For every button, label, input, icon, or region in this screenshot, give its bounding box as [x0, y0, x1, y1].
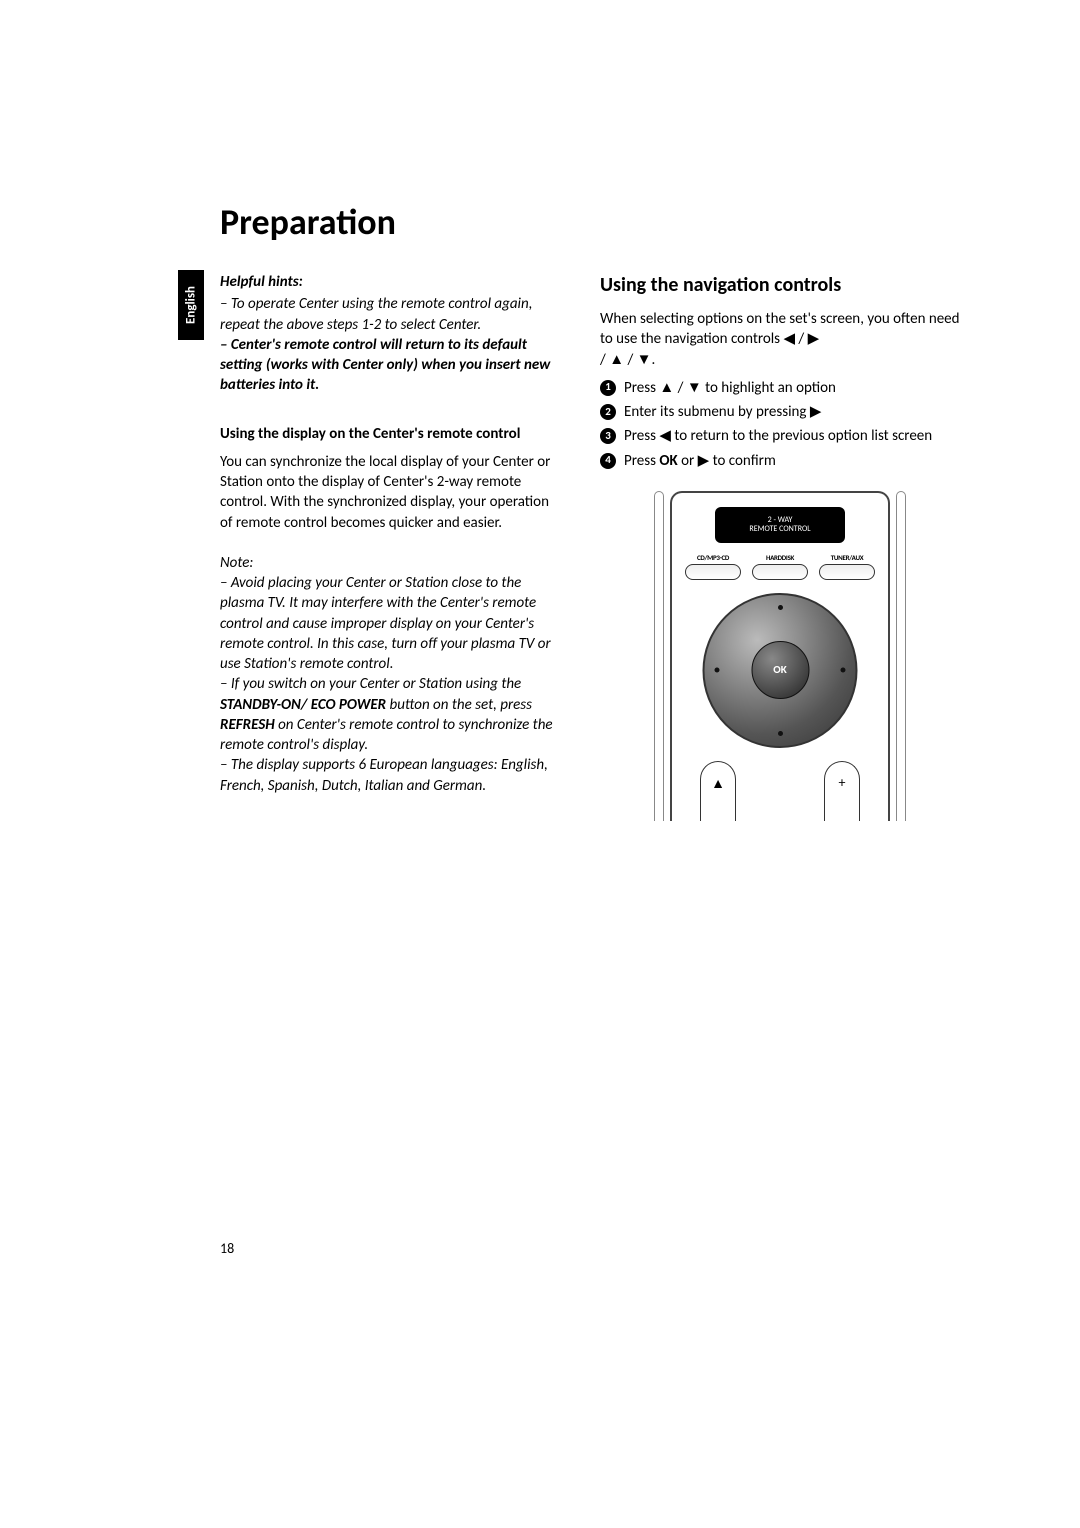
step-3-a: Press [624, 427, 659, 445]
note-2-d: REFRESH [220, 716, 275, 734]
triangle-up-icon: ▲ [711, 774, 725, 793]
step-4-icon: 4 [600, 453, 616, 469]
up-arrow-icon: ▲ [609, 351, 624, 368]
intro-d: / [624, 351, 637, 369]
page-title: Preparation [220, 200, 980, 244]
note-2-c: button on the set, press [386, 696, 532, 714]
remote-side-left: ▲ [700, 761, 736, 821]
step-1: 1 Press ▲ / ▼ to highlight an option [600, 378, 960, 398]
left-arrow-icon: ◀ [659, 427, 671, 444]
intro-e: . [651, 351, 655, 369]
step-1-a: Press [624, 379, 659, 397]
hints-heading: Helpful hints: [220, 272, 560, 292]
remote-btn3 [819, 564, 875, 580]
right-arrow-icon: ▶ [810, 403, 822, 420]
intro-text: When selecting options on the set's scre… [600, 309, 960, 370]
remote-rail-right [896, 491, 906, 821]
intro-c: / [600, 351, 609, 369]
step-1-icon: 1 [600, 380, 616, 396]
right-arrow-icon: ▶ [698, 452, 710, 469]
intro-b: / [795, 330, 808, 348]
wheel-dot-up-icon [778, 605, 783, 610]
remote-illustration: 2 - WAY REMOTE CONTROL CD/MP3-CD HARDDIS… [650, 491, 910, 821]
step-4-ok: OK [659, 452, 677, 470]
step-1-b: / [674, 379, 687, 397]
step-2: 2 Enter its submenu by pressing ▶ [600, 402, 960, 422]
step-2-icon: 2 [600, 404, 616, 420]
remote-btn2-label: HARDDISK [752, 553, 808, 562]
up-arrow-icon: ▲ [659, 379, 674, 396]
note-2-b: STANDBY-ON/ ECO POWER [220, 696, 386, 714]
step-3-icon: 3 [600, 428, 616, 444]
remote-btn1-label: CD/MP3-CD [685, 553, 741, 562]
down-arrow-icon: ▼ [637, 351, 652, 368]
subsection-heading: Using the display on the Center's remote… [220, 424, 560, 444]
right-column: Using the navigation controls When selec… [600, 272, 960, 821]
remote-ok-button: OK [751, 641, 809, 699]
step-3: 3 Press ◀ to return to the previous opti… [600, 426, 960, 446]
step-4-a: Press [624, 452, 659, 470]
step-4: 4 Press OK or ▶ to confirm [600, 451, 960, 471]
remote-button-row: CD/MP3-CD HARDDISK TUNER/AUX [685, 553, 875, 580]
step-4-c: to confirm [709, 452, 776, 470]
hint-2: – Center's remote control will return to… [220, 335, 560, 396]
note-1: – Avoid placing your Center or Station c… [220, 573, 560, 674]
remote-btn2 [752, 564, 808, 580]
step-4-b: or [678, 452, 698, 470]
remote-wheel: OK [703, 593, 858, 748]
right-heading: Using the navigation controls [600, 272, 960, 299]
remote-rail-left [654, 491, 664, 821]
intro-a: When selecting options on the set's scre… [600, 310, 960, 348]
note-2: – If you switch on your Center or Statio… [220, 674, 560, 755]
note-2-a: – If you switch on your Center or Statio… [220, 675, 521, 693]
note-heading: Note: [220, 553, 560, 573]
body-paragraph: You can synchronize the local display of… [220, 452, 560, 533]
wheel-dot-left-icon [715, 668, 720, 673]
remote-screen: 2 - WAY REMOTE CONTROL [715, 507, 845, 543]
remote-side-right: + [824, 761, 860, 821]
step-2-a: Enter its submenu by pressing [624, 403, 810, 421]
language-tab: English [178, 270, 204, 340]
note-3: – The display supports 6 European langua… [220, 755, 560, 796]
left-column: Helpful hints: – To operate Center using… [220, 272, 560, 821]
step-1-c: to highlight an option [702, 379, 836, 397]
hint-1: – To operate Center using the remote con… [220, 294, 560, 335]
remote-btn3-label: TUNER/AUX [819, 553, 875, 562]
remote-screen-l2: REMOTE CONTROL [749, 525, 810, 534]
right-arrow-icon: ▶ [808, 330, 820, 347]
wheel-dot-down-icon [778, 731, 783, 736]
plus-icon: + [839, 774, 846, 793]
remote-btn1 [685, 564, 741, 580]
remote-body: 2 - WAY REMOTE CONTROL CD/MP3-CD HARDDIS… [670, 491, 890, 821]
left-arrow-icon: ◀ [783, 330, 795, 347]
page-number: 18 [220, 1240, 234, 1257]
step-3-b: to return to the previous option list sc… [671, 427, 932, 445]
down-arrow-icon: ▼ [687, 379, 702, 396]
wheel-dot-right-icon [841, 668, 846, 673]
